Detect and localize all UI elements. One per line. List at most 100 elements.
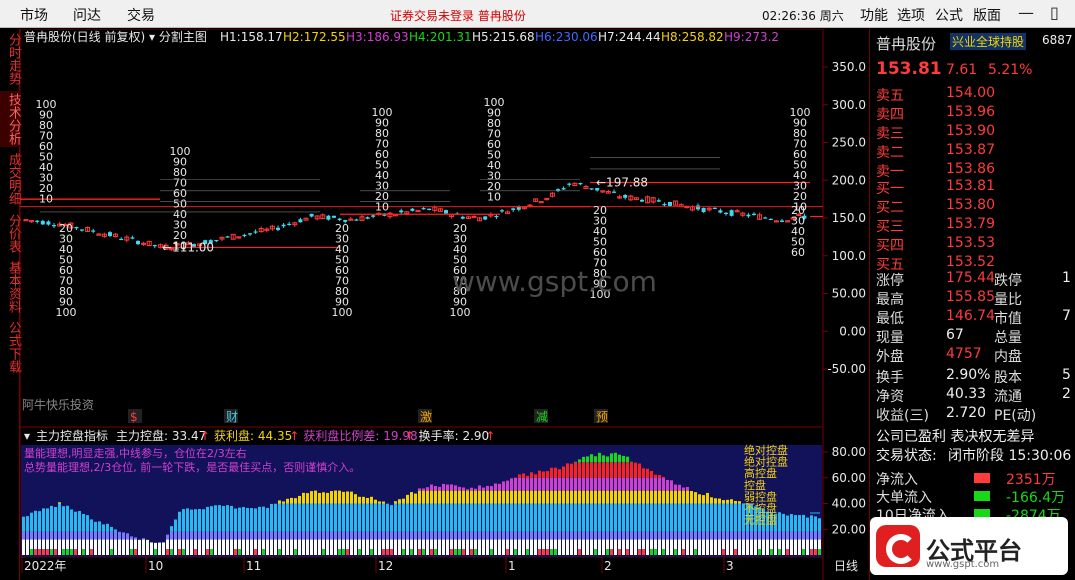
indicator-bar-segment bbox=[106, 523, 109, 532]
indicator-bar-segment bbox=[282, 531, 285, 540]
indicator-bar-segment bbox=[170, 531, 173, 540]
indicator-bar-segment bbox=[474, 503, 477, 532]
flow-value: -166.4万 bbox=[1006, 490, 1066, 506]
candle-body bbox=[516, 207, 521, 210]
menu-layout[interactable]: 版面 bbox=[973, 5, 1001, 25]
indicator-bar-segment bbox=[174, 531, 177, 540]
tab-price-table[interactable]: 分价表 bbox=[0, 211, 21, 255]
indicator-bar-segment bbox=[454, 490, 457, 504]
indicator-bar-segment bbox=[34, 531, 37, 540]
indicator-bar-segment bbox=[278, 500, 281, 504]
indicator-bar-segment bbox=[714, 539, 717, 555]
indicator-bar-segment bbox=[214, 505, 217, 532]
author-label: 阿牛快乐投资 bbox=[22, 397, 94, 412]
indicator-bar-segment bbox=[670, 480, 673, 491]
indicator-bar-segment bbox=[530, 503, 533, 532]
indicator-bar-segment bbox=[802, 514, 805, 532]
indicator-bar-segment bbox=[346, 531, 349, 540]
ladder-value: 60 bbox=[791, 246, 805, 259]
kline-chart-area[interactable]: 普冉股份(日线 前复权) ▾ 分割主图 H1:158.17 H2:172.55 H3:… bbox=[20, 29, 869, 580]
candle-body bbox=[780, 220, 784, 222]
indicator-bar-segment bbox=[434, 485, 437, 491]
indicator-bar-segment bbox=[542, 490, 545, 504]
flow-label: 净流入 bbox=[876, 472, 918, 488]
indicator-bar-segment bbox=[502, 481, 505, 491]
indicator-bar-segment bbox=[626, 477, 629, 491]
indicator-bar-segment bbox=[422, 503, 425, 532]
indicator-volume-tick bbox=[178, 549, 181, 555]
indicator-bar-segment bbox=[554, 467, 557, 478]
indicator-bar-segment bbox=[530, 531, 533, 540]
indicator-volume-tick bbox=[458, 549, 461, 555]
candle-body bbox=[287, 223, 292, 225]
indicator-bar-segment bbox=[98, 531, 101, 540]
indicator-bar-segment bbox=[230, 539, 233, 555]
indicator-bar-segment bbox=[586, 456, 589, 463]
indicator-bar-segment bbox=[578, 503, 581, 532]
indicator-bar-segment bbox=[646, 531, 649, 540]
indicator-bar-segment bbox=[610, 531, 613, 540]
stat-value: 2.90% bbox=[946, 367, 991, 383]
kline-chart-canvas[interactable]: 普冉股份(日线 前复权) ▾ 分割主图 H1:158.17 H2:172.55 H3:… bbox=[20, 29, 869, 580]
logo-mark-icon bbox=[876, 525, 920, 567]
indicator-bar-segment bbox=[622, 455, 625, 463]
tab-time-trend[interactable]: 分时走势 bbox=[0, 31, 21, 87]
tab-trade-details[interactable]: 成交明细 bbox=[0, 151, 21, 207]
indicator-bar-segment bbox=[322, 503, 325, 532]
indicator-bar-segment bbox=[582, 456, 585, 463]
tab-basic-info[interactable]: 基本资料 bbox=[0, 259, 21, 315]
indicator-bar-segment bbox=[370, 496, 373, 504]
indicator-bar-segment bbox=[398, 503, 401, 532]
indicator-bar-segment bbox=[630, 531, 633, 540]
indicator-bar-segment bbox=[194, 531, 197, 540]
candle-body bbox=[309, 213, 314, 217]
login-status-message: 证券交易未登录 普冉股份 bbox=[390, 9, 526, 23]
indicator-bar-segment bbox=[310, 491, 313, 504]
indicator-bar-segment bbox=[794, 515, 797, 532]
window-box-icon[interactable]: ▯ bbox=[1050, 3, 1059, 22]
indicator-bar-segment bbox=[774, 531, 777, 540]
indicator-bar-segment bbox=[218, 539, 221, 555]
indicator-bar-segment bbox=[350, 531, 353, 540]
indicator-bar-segment bbox=[450, 490, 453, 504]
indicator-bar-segment bbox=[418, 531, 421, 540]
indicator-legend-item: 无控盘 bbox=[744, 513, 777, 527]
indicator-bar-segment bbox=[482, 503, 485, 532]
tab-formula-download[interactable]: 公式下载 bbox=[0, 319, 21, 375]
indicator-bar-segment bbox=[674, 490, 677, 504]
indicator-volume-tick bbox=[610, 549, 613, 555]
menu-options[interactable]: 选项 bbox=[897, 5, 925, 25]
indicator-bar-segment bbox=[510, 478, 513, 491]
indicator-volume-tick bbox=[770, 549, 773, 555]
minimize-icon[interactable]: — bbox=[1018, 3, 1034, 22]
indicator-bar-segment bbox=[250, 508, 253, 532]
indicator-bar-segment bbox=[614, 531, 617, 540]
indicator-volume-tick bbox=[34, 549, 37, 555]
ladder-down-1: 2030405060708090100 bbox=[56, 222, 77, 319]
indicator-bar-segment bbox=[694, 503, 697, 532]
menu-features[interactable]: 功能 bbox=[860, 5, 888, 25]
indicator-volume-tick bbox=[682, 549, 685, 555]
indicator-bar-segment bbox=[442, 531, 445, 540]
menu-formula[interactable]: 公式 bbox=[935, 5, 963, 25]
stat-value: 146.74 bbox=[946, 308, 995, 324]
indicator-bar-segment bbox=[778, 531, 781, 540]
indicator-bar-segment bbox=[562, 531, 565, 540]
current-price: 153.81 bbox=[876, 59, 942, 79]
indicator-bar-segment bbox=[514, 477, 517, 491]
tab-technical-analysis[interactable]: 技术分析 bbox=[0, 91, 21, 147]
menu-market[interactable]: 市场 bbox=[20, 5, 48, 25]
bid-5-price: 153.52 bbox=[946, 254, 995, 270]
indicator-bar-segment bbox=[358, 503, 361, 532]
indicator-bar-segment bbox=[630, 539, 633, 555]
indicator-bar-segment bbox=[86, 539, 89, 555]
indicator-bar-segment bbox=[606, 490, 609, 504]
indicator-volume-tick bbox=[210, 549, 213, 555]
menu-trade[interactable]: 交易 bbox=[127, 5, 155, 25]
holder-tag[interactable]: 兴业全球持股 bbox=[950, 33, 1027, 50]
ladder-up-4: 100908070605040302010 bbox=[484, 96, 505, 204]
indicator-bar-segment bbox=[626, 456, 629, 463]
indicator-volume-tick bbox=[786, 549, 789, 555]
menu-wenda[interactable]: 问达 bbox=[73, 5, 101, 25]
indicator-bar-segment bbox=[582, 490, 585, 504]
